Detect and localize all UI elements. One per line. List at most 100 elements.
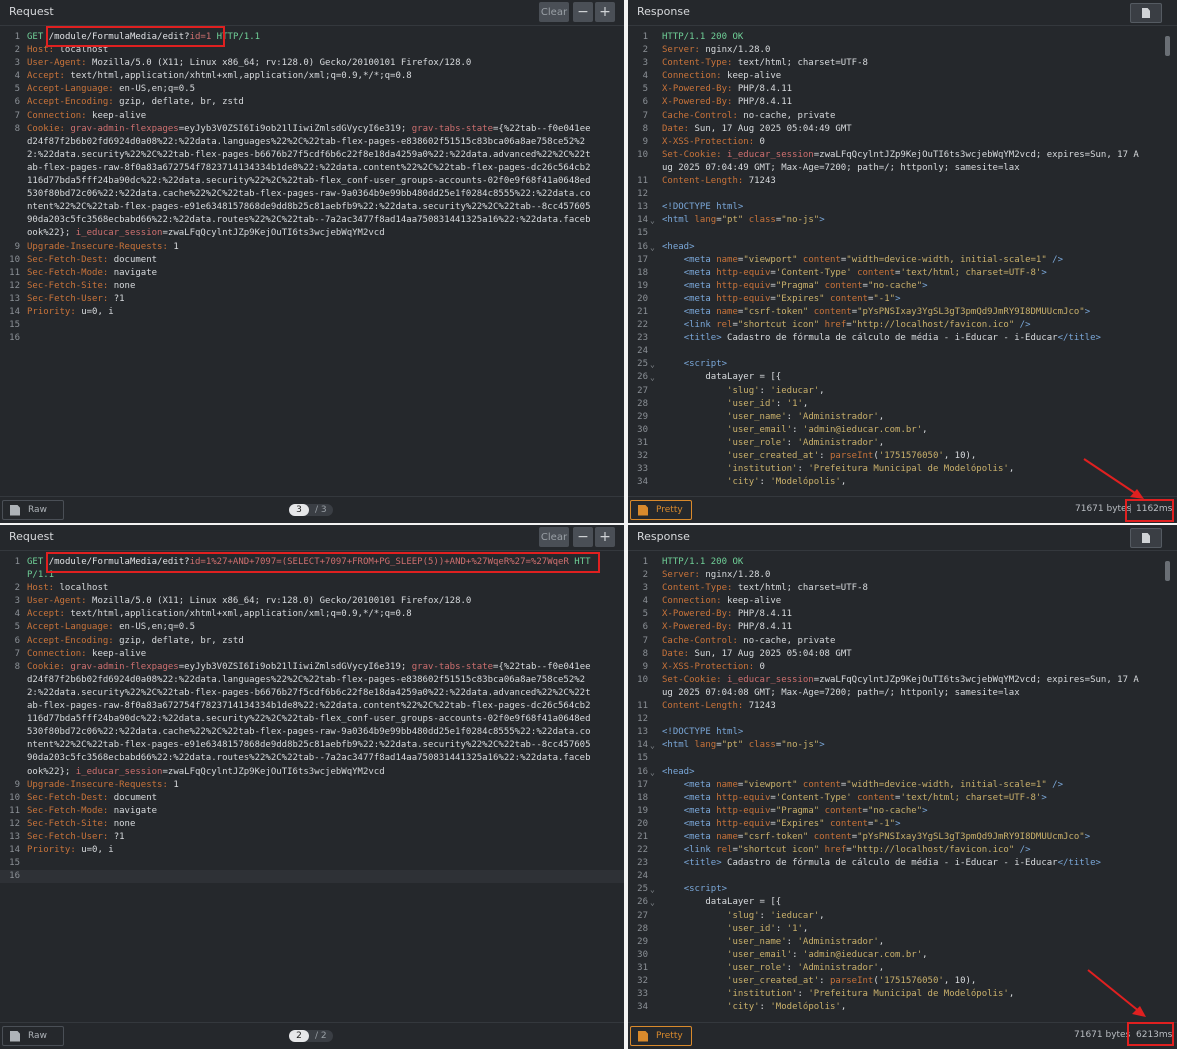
fold-chevron-icon[interactable]: ⌄: [650, 896, 655, 909]
code-line: 7 Cache-Control: no-cache, private: [628, 635, 1177, 648]
fold-chevron-icon[interactable]: ⌄: [650, 214, 655, 227]
response-title: Response: [637, 5, 690, 18]
token: "Pragma": [775, 805, 820, 816]
copy-button[interactable]: [1130, 3, 1162, 23]
copy-button[interactable]: [1130, 528, 1162, 548]
token: none: [113, 280, 136, 291]
line-text: 90da203c5fc3568ecbabd66%22:%22data.route…: [27, 752, 591, 765]
token: 'admin@ieducar.com.br': [802, 949, 923, 960]
token: 'Administrador': [797, 411, 879, 422]
code-line: 12: [628, 713, 1177, 726]
plus-button[interactable]: +: [595, 527, 615, 547]
clear-button[interactable]: Clear: [539, 527, 569, 547]
code-line: 25 ⌄ <script>: [628, 883, 1177, 896]
line-text: ntent%22%2C%22tab-flex-pages-e91e6348157…: [27, 201, 591, 214]
response-editor[interactable]: 1 HTTP/1.1 200 OK 2 Server: nginx/1.28.0 3 Co…: [628, 556, 1177, 1014]
line-text: Sec-Fetch-Dest: document: [27, 254, 157, 267]
history-pager[interactable]: 3 / 3: [289, 504, 333, 516]
token: i_educar_session: [727, 674, 814, 685]
code-line: 12 Sec-Fetch-Site: none: [0, 818, 624, 831]
token: <meta: [683, 306, 717, 317]
line-text: <link rel="shortcut icon" href="http://l…: [662, 844, 1031, 857]
code-line: 19 <meta http-equiv="Pragma" content="no…: [628, 805, 1177, 818]
line-text: <meta name="viewport" content="width=dev…: [662, 779, 1063, 792]
token: 90da203c5fc3568ecbabd66%22:%22data.route…: [27, 215, 591, 226]
token: 'Administrador': [797, 962, 879, 973]
fold-chevron-icon[interactable]: ⌄: [650, 371, 655, 384]
token: <meta: [683, 779, 717, 790]
token: :: [792, 949, 803, 960]
fold-chevron-icon[interactable]: ⌄: [650, 739, 655, 752]
response-editor[interactable]: 1 HTTP/1.1 200 OK 2 Server: nginx/1.28.0 3 Co…: [628, 31, 1177, 489]
fold-chevron-icon[interactable]: ⌄: [650, 358, 655, 371]
token: :: [786, 962, 798, 973]
minus-button[interactable]: −: [573, 527, 593, 547]
token: :: [759, 477, 771, 488]
line-number: 3: [14, 58, 20, 69]
code-line: 25 ⌄ <script>: [628, 358, 1177, 371]
fold-chevron-icon[interactable]: ⌄: [650, 766, 655, 779]
plus-button[interactable]: +: [595, 2, 615, 22]
code-line: 530f80bd72c06%22:%22data.cache%22%2C%22t…: [0, 188, 624, 201]
line-number: 17: [637, 779, 648, 790]
token: grav-tabs-state: [411, 123, 494, 134]
line-number: 13: [9, 293, 20, 304]
token: gzip, deflate, br, zstd: [119, 97, 244, 108]
line-text: ug 2025 07:04:49 GMT; Max-Age=7200; path…: [662, 162, 1020, 175]
line-number: 4: [14, 609, 20, 620]
code-line: 6 Accept-Encoding: gzip, deflate, br, zst…: [0, 635, 624, 648]
line-text: 116d77bda5fff24ba90dc%22:%22data.securit…: [27, 713, 591, 726]
clear-button[interactable]: Clear: [539, 2, 569, 22]
pager-current: 2: [289, 1030, 309, 1042]
raw-toggle[interactable]: Raw: [2, 500, 64, 520]
token: i_educar_session: [727, 149, 814, 160]
document-icon: [1142, 533, 1150, 543]
token: Server:: [662, 570, 706, 581]
request-editor[interactable]: 1 GET /module/FormulaMedia/edit?id=1%27+A…: [0, 556, 624, 884]
line-number: 1: [642, 32, 648, 42]
token: PHP/8.4.11: [737, 84, 793, 95]
code-line: ook%22}; i_educar_session=zwaLFqQcylntJZ…: [0, 766, 624, 779]
line-number: 15: [9, 858, 20, 869]
pretty-toggle[interactable]: Pretty: [630, 500, 692, 520]
line-number: 3: [642, 58, 648, 69]
token: 'user_name': [727, 411, 787, 422]
line-text: Sec-Fetch-User: ?1: [27, 293, 125, 306]
token: name: [716, 831, 738, 842]
line-text: 'slug': 'ieducar',: [662, 385, 825, 398]
line-number: 11: [637, 176, 648, 187]
fold-chevron-icon[interactable]: ⌄: [650, 241, 655, 254]
line-number: 33: [637, 464, 648, 475]
request-editor[interactable]: 1 GET /module/FormulaMedia/edit?id=1 HTTP…: [0, 31, 624, 345]
history-pager[interactable]: 2 / 2: [289, 1030, 333, 1042]
pretty-toggle[interactable]: Pretty: [630, 1026, 692, 1046]
line-number: 32: [637, 451, 648, 461]
fold-chevron-icon[interactable]: ⌄: [650, 883, 655, 896]
code-line: 2:%22data.security%22%2C%22tab-flex-page…: [0, 149, 624, 162]
line-number: 34: [637, 1002, 648, 1013]
code-line: 10 Set-Cookie: i_educar_session=zwaLFqQcy…: [628, 149, 1177, 162]
line-number: 20: [637, 818, 648, 829]
token: <script>: [683, 359, 728, 370]
line-text: Date: Sun, 17 Aug 2025 05:04:08 GMT: [662, 648, 852, 661]
raw-toggle[interactable]: Raw: [2, 1026, 64, 1046]
token: ntent%22%2C%22tab-flex-pages-e91e6348157…: [27, 740, 591, 751]
line-text: Accept-Encoding: gzip, deflate, br, zstd: [27, 635, 244, 648]
token: =eyJyb3V0ZSI6Ii9ob21lIiwiZmlsdGVycyI6e31…: [178, 661, 412, 672]
token: 'user_id': [727, 923, 776, 934]
minus-button[interactable]: −: [573, 2, 593, 22]
line-number: 12: [9, 280, 20, 291]
token: content: [857, 267, 896, 278]
token: Set-Cookie:: [662, 674, 728, 685]
line-number: 8: [14, 123, 20, 134]
token: 'ieducar': [770, 910, 820, 921]
line-number: 31: [637, 962, 648, 973]
token: ,: [878, 411, 885, 422]
pager-current: 3: [289, 504, 309, 516]
code-line: 23 <title> Cadastro de fórmula de cálcul…: [628, 332, 1177, 345]
token: '1': [786, 398, 803, 409]
token: en-US,en;q=0.5: [119, 84, 195, 95]
token: "shortcut icon": [737, 320, 820, 331]
code-line: 11 Sec-Fetch-Mode: navigate: [0, 805, 624, 818]
